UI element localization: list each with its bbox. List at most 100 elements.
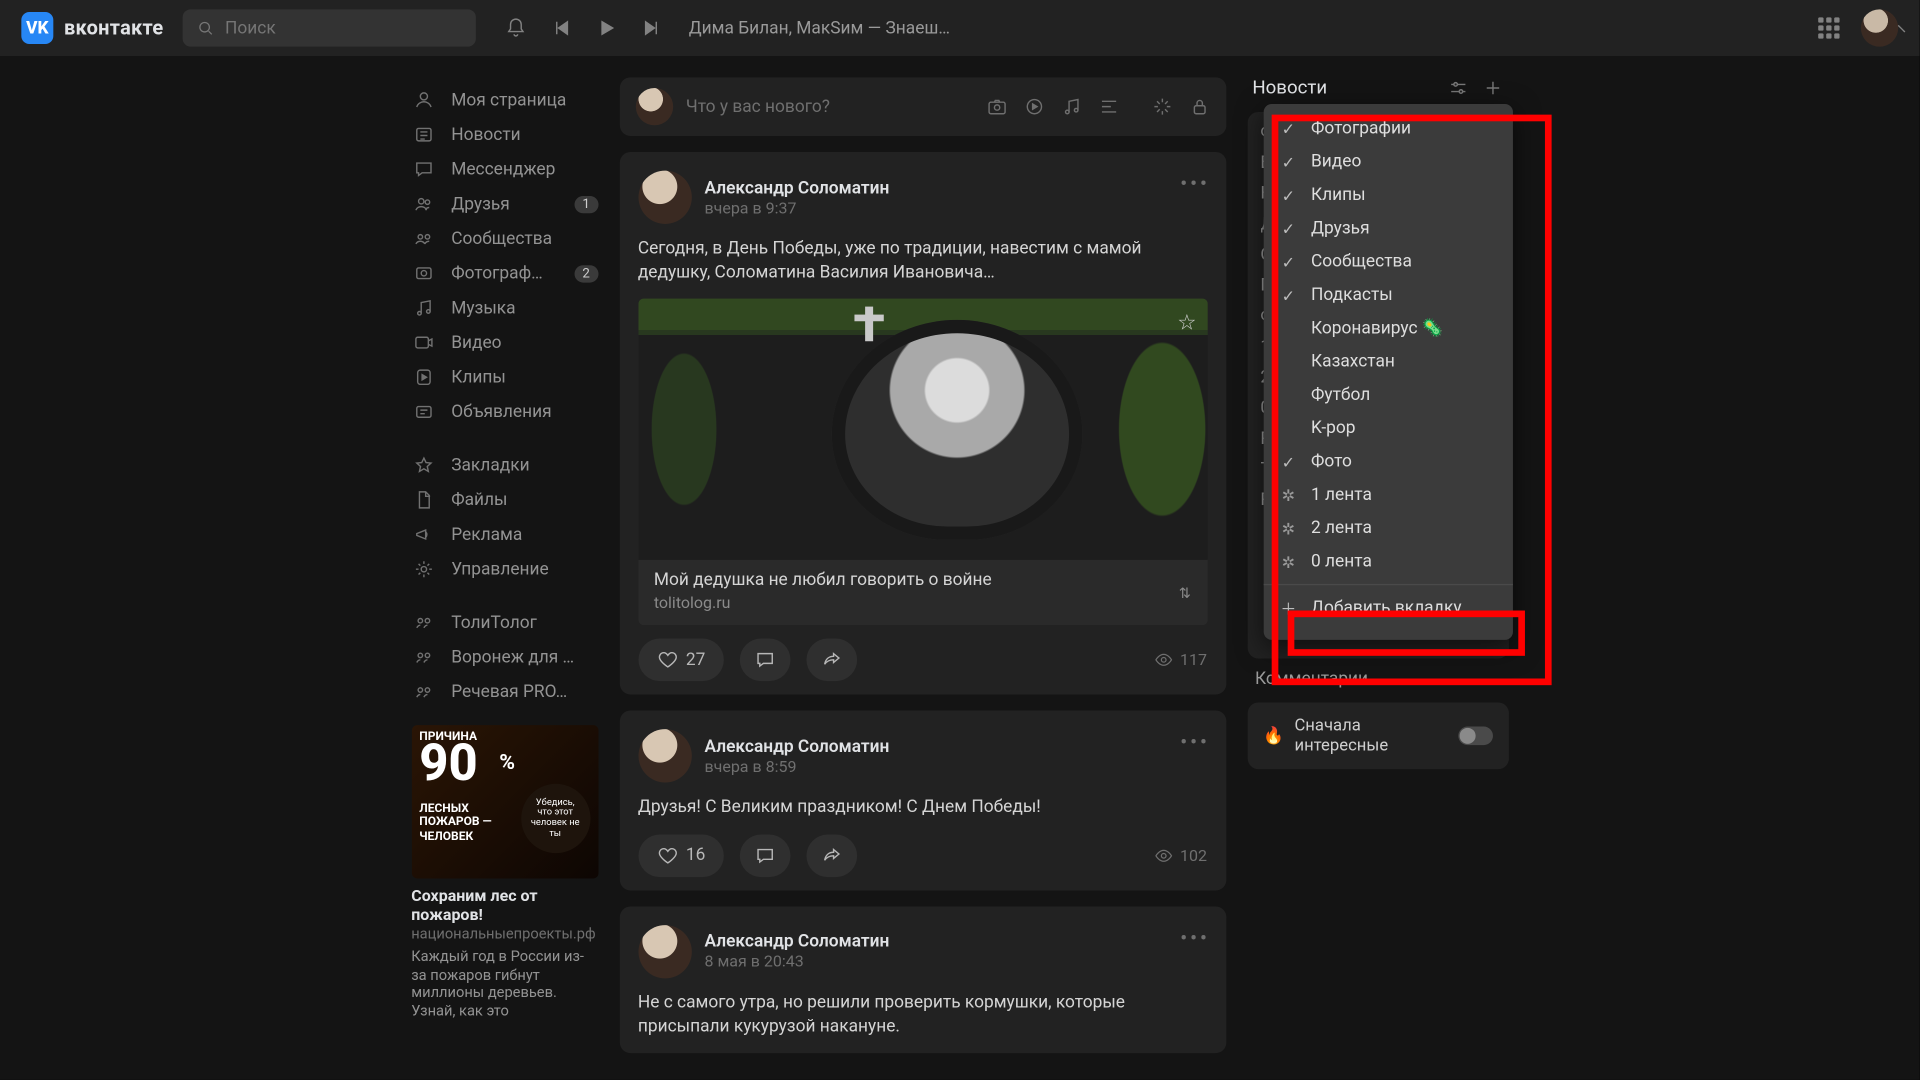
- nav-grp[interactable]: Речевая PRO…: [411, 674, 598, 709]
- dropdown-item[interactable]: ✓Фотографии: [1263, 112, 1512, 145]
- nav-gear[interactable]: Управление: [411, 552, 598, 587]
- nav-clips[interactable]: Клипы: [411, 360, 598, 395]
- nav-friends[interactable]: Друзья1: [411, 187, 598, 222]
- dropdown-item[interactable]: ✓Клипы: [1263, 179, 1512, 212]
- post-time: 8 мая в 20:43: [704, 952, 889, 971]
- nav-promo[interactable]: Реклама: [411, 517, 598, 552]
- dropdown-item[interactable]: ✓Друзья: [1263, 212, 1512, 245]
- nav-label: Клипы: [451, 367, 506, 387]
- post-avatar[interactable]: [638, 925, 691, 978]
- post-avatar[interactable]: [638, 730, 691, 783]
- dropdown-item[interactable]: ✲0 лента: [1263, 545, 1512, 578]
- post-avatar[interactable]: [638, 171, 691, 224]
- sparkle-icon[interactable]: [1151, 96, 1172, 117]
- nav-groups[interactable]: Сообщества: [411, 221, 598, 256]
- share-icon: [821, 845, 842, 866]
- ad-domain: национальныепроекты.рф: [411, 925, 598, 943]
- dropdown-item[interactable]: Футбол: [1263, 379, 1512, 412]
- nav-photo[interactable]: Фотограф…2: [411, 256, 598, 291]
- logo[interactable]: VK вконтакте: [21, 12, 163, 44]
- post-link-card[interactable]: Мой дедушка не любил говорить о войнеtol…: [638, 560, 1207, 625]
- camera-icon[interactable]: [986, 96, 1007, 117]
- plus-icon[interactable]: [1482, 77, 1503, 98]
- post-menu-button[interactable]: •••: [1180, 925, 1210, 950]
- nav-star[interactable]: Закладки: [411, 448, 598, 483]
- sidebar-ad[interactable]: ПРИЧИНА 90 % ЛЕСНЫХ ПОЖАРОВ — ЧЕЛОВЕК Уб…: [411, 725, 598, 1021]
- check-icon: ✓: [1279, 453, 1298, 472]
- favorite-icon[interactable]: ☆: [1177, 310, 1196, 335]
- profile-menu[interactable]: [1861, 9, 1898, 46]
- bell-icon[interactable]: [505, 17, 526, 38]
- dropdown-item[interactable]: ✓Подкасты: [1263, 279, 1512, 312]
- nav-news[interactable]: Новости: [411, 117, 598, 152]
- share-button[interactable]: [807, 834, 858, 877]
- dropdown-item[interactable]: Казахстан: [1263, 345, 1512, 378]
- nav-label: Музыка: [451, 298, 515, 318]
- dropdown-label: Фото: [1311, 452, 1352, 472]
- sliders-icon[interactable]: [1447, 77, 1468, 98]
- video-icon[interactable]: [1023, 96, 1044, 117]
- lock-icon[interactable]: [1188, 96, 1209, 117]
- nav-grp[interactable]: ТолиТолог: [411, 605, 598, 640]
- dropdown-label: Коронавирус 🦠: [1311, 319, 1443, 339]
- dropdown-item[interactable]: ✲1 лента: [1263, 479, 1512, 512]
- article-icon[interactable]: [1098, 96, 1119, 117]
- share-icon: [821, 650, 842, 671]
- nav-label: Друзья: [451, 194, 510, 214]
- nav-label: Моя страница: [451, 90, 566, 110]
- post-menu-button[interactable]: •••: [1180, 171, 1210, 196]
- chevron-updown-icon: ⇅: [1179, 584, 1191, 601]
- user-icon: [411, 89, 435, 110]
- search-box[interactable]: [182, 9, 475, 46]
- nav-msg[interactable]: Мессенджер: [411, 152, 598, 187]
- post-image[interactable]: ☆: [638, 299, 1207, 560]
- nav-grp[interactable]: Воронеж для …: [411, 640, 598, 675]
- nav-music[interactable]: Музыка: [411, 291, 598, 326]
- vk-logo-icon: VK: [21, 12, 53, 44]
- dropdown-label: 1 лента: [1311, 485, 1372, 505]
- dropdown-item[interactable]: ✲2 лента: [1263, 512, 1512, 545]
- post-author[interactable]: Александр Соломатин: [704, 737, 889, 757]
- news-icon: [411, 124, 435, 145]
- composer[interactable]: Что у вас нового?: [619, 77, 1226, 136]
- nav-user[interactable]: Моя страница: [411, 83, 598, 118]
- nav-file[interactable]: Файлы: [411, 483, 598, 518]
- post-author[interactable]: Александр Соломатин: [704, 932, 889, 952]
- search-input[interactable]: [225, 18, 462, 38]
- dropdown-item[interactable]: Коронавирус 🦠: [1263, 312, 1512, 345]
- share-button[interactable]: [807, 639, 858, 682]
- priority-toggle[interactable]: [1458, 726, 1493, 745]
- prev-track-icon[interactable]: [550, 17, 571, 38]
- header-media-controls: [505, 17, 662, 38]
- ad-image: ПРИЧИНА 90 % ЛЕСНЫХ ПОЖАРОВ — ЧЕЛОВЕК Уб…: [411, 725, 598, 878]
- dropdown-item[interactable]: ✓Сообщества: [1263, 245, 1512, 278]
- apps-grid-icon[interactable]: [1818, 17, 1839, 38]
- ad-bubble: Убедись, что этот человек не ты: [521, 784, 590, 853]
- play-icon[interactable]: [595, 17, 616, 38]
- grp-icon: [411, 681, 435, 702]
- comments-section-label[interactable]: Комментарии: [1247, 669, 1508, 689]
- msg-icon: [411, 159, 435, 180]
- dropdown-label: Казахстан: [1311, 352, 1395, 372]
- next-track-icon[interactable]: [641, 17, 662, 38]
- comment-button[interactable]: [740, 834, 791, 877]
- add-tab-row[interactable]: ＋ Добавить вкладку: [1263, 584, 1512, 632]
- nav-label: Мессенджер: [451, 159, 555, 179]
- ad-big-number: 90: [419, 744, 477, 785]
- dropdown-item[interactable]: ✓Видео: [1263, 145, 1512, 178]
- nav-label: ТолиТолог: [451, 613, 537, 633]
- like-button[interactable]: 16: [638, 834, 724, 877]
- nav-ads[interactable]: Объявления: [411, 395, 598, 430]
- dropdown-item[interactable]: ✓ Фото: [1263, 445, 1512, 478]
- post-menu-button[interactable]: •••: [1180, 730, 1210, 755]
- like-count: 27: [686, 650, 705, 670]
- now-playing[interactable]: Дима Билан, МакSим — Знаеш…: [689, 18, 950, 38]
- nav-label: Закладки: [451, 455, 529, 475]
- music-icon[interactable]: [1060, 96, 1081, 117]
- dropdown-item[interactable]: K-pop: [1263, 412, 1512, 445]
- comment-button[interactable]: [740, 639, 791, 682]
- post-author[interactable]: Александр Соломатин: [704, 178, 889, 198]
- music-icon: [411, 297, 435, 318]
- nav-video[interactable]: Видео: [411, 325, 598, 360]
- like-button[interactable]: 27: [638, 639, 724, 682]
